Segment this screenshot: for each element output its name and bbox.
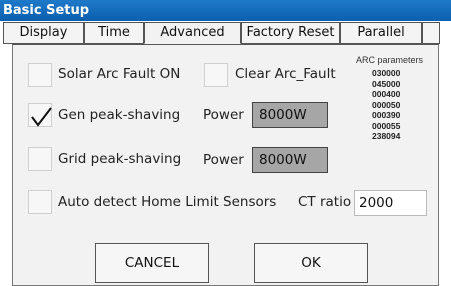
tab-time[interactable]: Time	[84, 22, 144, 44]
clear-arc-fault-checkbox[interactable]	[204, 63, 228, 87]
gen-peak-shaving-label: Gen peak-shaving	[58, 107, 181, 123]
tab-display[interactable]: Display	[3, 22, 84, 44]
auto-detect-label: Auto detect Home Limit Sensors	[58, 194, 277, 210]
grid-peak-shaving-label: Grid peak-shaving	[58, 151, 182, 167]
tab-advanced[interactable]: Advanced	[144, 22, 241, 44]
arc-parameter-value: 000390	[372, 110, 401, 120]
solar-arc-fault-label: Solar Arc Fault ON	[58, 66, 181, 82]
arc-parameters-title: ARC parameters	[356, 55, 424, 65]
cancel-button[interactable]: CANCEL	[95, 243, 209, 283]
solar-arc-fault-checkbox[interactable]	[28, 63, 52, 87]
tab-factory-reset[interactable]: Factory Reset	[241, 22, 340, 44]
arc-parameters-list: 030000 045000 000400 000050 000390 00005…	[372, 68, 400, 142]
arc-parameter-value: 000400	[372, 89, 401, 99]
arc-parameter-value: 030000	[372, 68, 401, 78]
gen-power-input[interactable]: 8000W	[252, 102, 328, 128]
ok-button[interactable]: OK	[254, 243, 368, 283]
ct-ratio-input[interactable]: 2000	[354, 190, 427, 216]
grid-power-input[interactable]: 8000W	[252, 147, 328, 173]
tab-strip-end	[422, 22, 440, 44]
gen-peak-shaving-checkbox[interactable]	[28, 103, 52, 127]
clear-arc-fault-label: Clear Arc_Fault	[235, 66, 336, 82]
checkmark-icon	[31, 107, 52, 127]
tab-parallel[interactable]: Parallel	[340, 22, 422, 44]
arc-parameter-value: 238094	[372, 131, 401, 141]
ct-ratio-label: CT ratio	[298, 194, 352, 210]
arc-parameter-value: 000055	[372, 120, 401, 131]
auto-detect-checkbox[interactable]	[28, 190, 52, 214]
grid-peak-shaving-checkbox[interactable]	[28, 147, 52, 171]
gen-power-label: Power	[203, 107, 244, 123]
grid-power-label: Power	[203, 152, 244, 168]
tab-strip: Display Time Advanced Factory Reset Para…	[0, 21, 451, 45]
arc-parameter-value: 000050	[372, 99, 401, 110]
arc-parameter-value: 045000	[372, 78, 401, 89]
window-title: Basic Setup	[0, 0, 451, 21]
